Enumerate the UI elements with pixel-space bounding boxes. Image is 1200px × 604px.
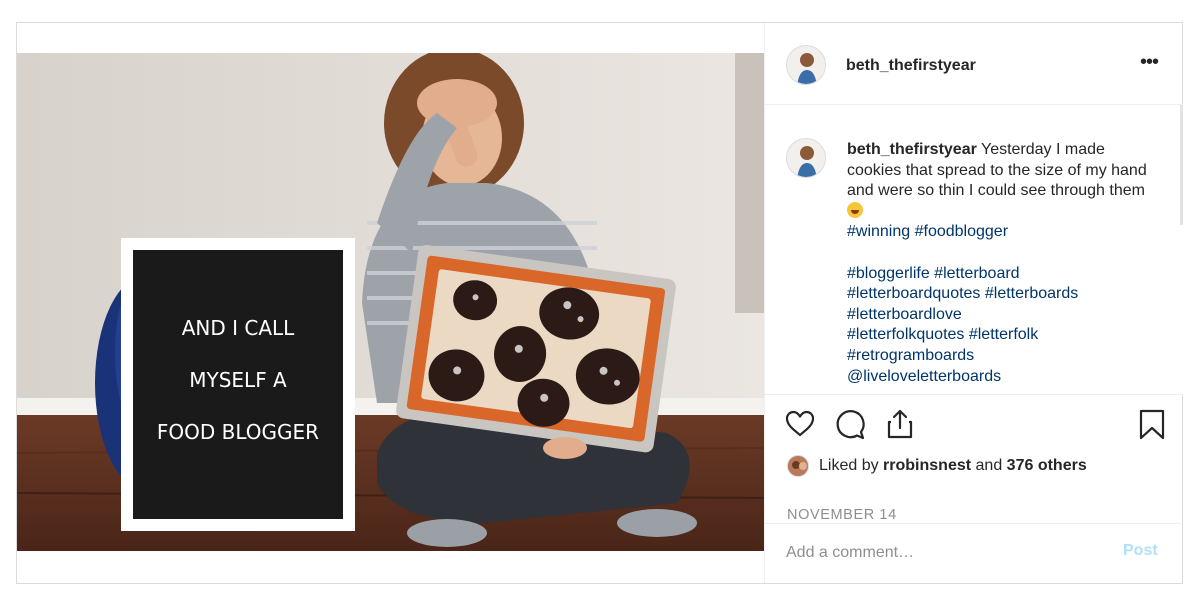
more-horizontal-icon[interactable]: •••: [1140, 52, 1164, 74]
likes-count[interactable]: 376 others: [1007, 457, 1087, 475]
liker-avatar-image: [788, 456, 808, 476]
hashtag-line[interactable]: #letterboardquotes #letterboards: [847, 284, 1147, 305]
letterboard-line-2: MYSELF A: [189, 368, 287, 392]
caption-avatar[interactable]: [786, 138, 826, 178]
comment-input[interactable]: [786, 538, 1096, 568]
hashtag-line[interactable]: #letterfolkquotes #letterfolk: [847, 325, 1147, 346]
likes-conjunction: and: [975, 457, 1003, 474]
hashtag-line[interactable]: #retrogramboards: [847, 346, 1147, 367]
author-avatar[interactable]: [786, 45, 826, 85]
hashtags-line-1[interactable]: #winning #foodblogger: [847, 222, 1147, 243]
comments-scrollbar[interactable]: [1180, 105, 1183, 395]
post-comment-button[interactable]: Post: [1123, 542, 1158, 560]
letterboard-line-1: AND I CALL: [182, 316, 295, 340]
author-username[interactable]: beth_thefirstyear: [846, 57, 976, 75]
post-caption: beth_thefirstyear Yesterday I made cooki…: [847, 140, 1147, 387]
post-header: beth_thefirstyear •••: [765, 23, 1183, 105]
letterboard-line-3: FOOD BLOGGER: [157, 420, 319, 444]
mention-line[interactable]: @liveloveletterboards: [847, 367, 1147, 388]
comments-section: beth_thefirstyear Yesterday I made cooki…: [765, 105, 1183, 395]
post-sidebar: beth_thefirstyear ••• beth_thefirstyear …: [764, 23, 1183, 583]
post-photo-frame: AND I CALL MYSELF A FOOD BLOGGER: [17, 23, 764, 583]
bookmark-icon[interactable]: [1135, 407, 1169, 441]
comment-icon[interactable]: [833, 407, 867, 441]
post-photo[interactable]: AND I CALL MYSELF A FOOD BLOGGER: [17, 53, 764, 551]
instagram-post: AND I CALL MYSELF A FOOD BLOGGER beth_th…: [16, 22, 1183, 584]
heart-icon[interactable]: [783, 407, 817, 441]
hashtag-line[interactable]: #bloggerlife #letterboard: [847, 264, 1147, 285]
laughing-tears-emoji: [847, 201, 863, 218]
likes-summary: Liked by rrobinsnest and 376 others: [787, 454, 1087, 478]
caption-username[interactable]: beth_thefirstyear: [847, 141, 977, 158]
share-icon[interactable]: [883, 407, 917, 441]
liker-username[interactable]: rrobinsnest: [883, 457, 971, 475]
likes-prefix: Liked by: [819, 457, 879, 474]
photo-illustration: AND I CALL MYSELF A FOOD BLOGGER: [17, 53, 764, 551]
avatar-image: [787, 139, 825, 177]
avatar-image: [787, 46, 825, 84]
post-date[interactable]: NOVEMBER 14: [787, 507, 897, 523]
scrollbar-thumb[interactable]: [1180, 105, 1183, 225]
hashtag-line[interactable]: #letterboardlove: [847, 305, 1147, 326]
add-comment-section: Post: [765, 523, 1183, 583]
liker-avatar[interactable]: [787, 455, 809, 477]
